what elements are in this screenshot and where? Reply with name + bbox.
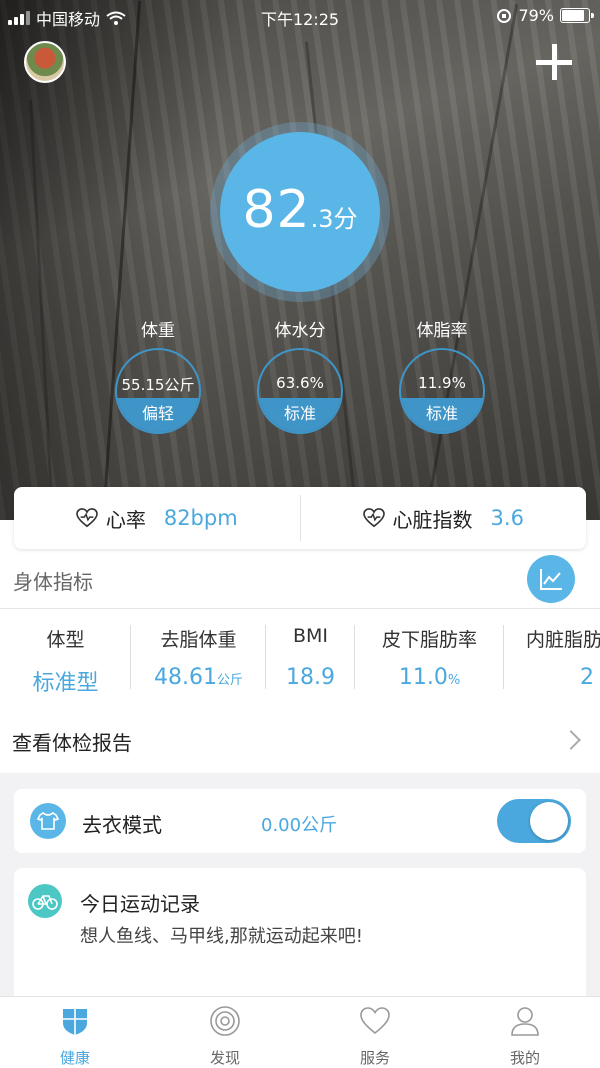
undress-mode-card: 去衣模式 0.00公斤 — [14, 789, 586, 853]
indicator-value: 2 — [504, 665, 600, 690]
report-label: 查看体检报告 — [12, 731, 132, 755]
indicator-body-type[interactable]: 体型 标准型 — [0, 609, 131, 705]
view-report-row[interactable]: 查看体检报告 — [0, 705, 600, 773]
target-icon — [210, 1006, 240, 1036]
add-icon[interactable] — [536, 44, 572, 80]
indicator-number: 18.9 — [286, 665, 335, 690]
person-icon — [511, 1007, 539, 1036]
tab-label: 健康 — [59, 1049, 90, 1067]
metric-value: 63.6% — [276, 374, 324, 392]
heart-rate-value: 82bpm — [163, 506, 238, 530]
metric-value: 11.9% — [418, 374, 466, 392]
indicator-value: 48.61公斤 — [131, 665, 266, 690]
metric-status: 标准 — [283, 404, 316, 423]
indicator-bmi[interactable]: BMI 18.9 — [266, 609, 355, 705]
indicator-title: 体型 — [46, 629, 85, 651]
health-score[interactable]: 82.3分 — [220, 132, 380, 292]
battery-percent: 79% — [518, 6, 554, 25]
metric-status: 标准 — [425, 404, 458, 423]
score-unit: 分 — [333, 205, 358, 233]
undress-mode-value: 0.00公斤 — [261, 815, 338, 836]
indicator-unit: % — [447, 673, 461, 688]
indicator-unit: 公斤 — [216, 673, 243, 688]
metric-label: 体重 — [141, 321, 175, 341]
section-title: 身体指标 — [13, 570, 93, 594]
indicator-title: BMI — [292, 625, 329, 647]
tab-discover[interactable]: 发现 — [150, 997, 300, 1068]
bicycle-icon — [28, 884, 62, 918]
indicator-title: 皮下脂肪率 — [381, 629, 477, 651]
indicator-subcutaneous-fat[interactable]: 皮下脂肪率 11.0% — [355, 609, 504, 705]
tab-label: 服务 — [359, 1049, 390, 1067]
indicator-row: 体型 标准型 去脂体重 48.61公斤 BMI 18.9 皮下脂肪率 11.0%… — [0, 608, 600, 706]
heart-index-label: 心脏指数 — [392, 507, 473, 532]
indicator-value: 标准型 — [0, 665, 131, 697]
indicator-visceral-fat[interactable]: 内脏脂肪 2 — [504, 609, 600, 705]
metric-body-water[interactable]: 体水分 63.6% 标准 — [255, 316, 345, 434]
heart-card: 心率 82bpm 心脏指数 3.6 — [14, 487, 586, 549]
metric-label: 体脂率 — [416, 321, 468, 341]
rock-texture — [424, 3, 519, 517]
status-right: 79% — [496, 6, 594, 25]
score-decimal: .3 — [310, 205, 334, 233]
heartbeat-icon — [76, 508, 98, 528]
rotation-lock-icon — [497, 8, 512, 23]
heart-index-value: 3.6 — [490, 506, 524, 530]
tab-profile[interactable]: 我的 — [450, 997, 600, 1068]
battery-icon — [560, 8, 594, 23]
indicator-number: 2 — [580, 665, 594, 690]
indicator-number: 11.0 — [398, 665, 448, 690]
indicator-lean-mass[interactable]: 去脂体重 48.61公斤 — [131, 609, 266, 705]
metric-body-fat[interactable]: 体脂率 11.9% 标准 — [397, 316, 487, 434]
heart-rate-item[interactable]: 心率 82bpm — [14, 487, 300, 549]
toggle-knob — [530, 802, 568, 840]
indicator-value: 11.0% — [355, 665, 504, 690]
shirt-icon — [30, 803, 66, 839]
metric-status: 偏轻 — [141, 404, 174, 423]
tab-bar: 健康 发现 服务 我的 — [0, 996, 600, 1068]
heart-outline-icon — [360, 1007, 390, 1035]
tab-label: 我的 — [509, 1049, 540, 1067]
metric-gauge: 55.15公斤 偏轻 — [115, 348, 201, 434]
indicator-number: 48.61 — [154, 665, 217, 690]
indicator-value: 18.9 — [266, 665, 355, 690]
heart-index-item[interactable]: 心脏指数 3.6 — [301, 487, 587, 549]
exercise-subtitle: 想人鱼线、马甲线,那就运动起来吧! — [80, 926, 363, 947]
indicator-number: 标准型 — [32, 671, 99, 696]
exercise-card[interactable]: 今日运动记录 想人鱼线、马甲线,那就运动起来吧! — [14, 868, 586, 1008]
chart-icon — [540, 569, 562, 590]
undress-mode-label: 去衣模式 — [82, 813, 162, 837]
indicator-title: 内脏脂肪 — [526, 629, 600, 651]
tab-label: 发现 — [209, 1049, 240, 1067]
shield-icon — [63, 1009, 87, 1035]
metric-gauge: 63.6% 标准 — [257, 348, 343, 434]
exercise-title: 今日运动记录 — [80, 892, 200, 916]
trend-chart-button[interactable] — [527, 555, 575, 603]
heart-rate-label: 心率 — [105, 507, 146, 532]
metric-value: 55.15公斤 — [121, 376, 195, 394]
status-bar: 中国移动 下午12:25 79% — [0, 0, 600, 32]
indicator-title: 去脂体重 — [160, 629, 237, 651]
battery-level — [562, 10, 585, 21]
metric-gauge: 11.9% 标准 — [399, 348, 485, 434]
metric-weight[interactable]: 体重 55.15公斤 偏轻 — [113, 316, 203, 434]
score-main: 82 — [242, 180, 311, 240]
rock-texture — [101, 0, 142, 520]
undress-mode-toggle[interactable] — [497, 799, 571, 843]
chevron-right-icon — [561, 730, 581, 750]
heartbeat-icon — [362, 508, 385, 528]
avatar[interactable] — [24, 41, 66, 83]
metric-label: 体水分 — [274, 321, 326, 341]
tab-services[interactable]: 服务 — [300, 997, 450, 1068]
rock-texture — [29, 100, 54, 520]
tab-health[interactable]: 健康 — [0, 997, 150, 1068]
score-value: 82.3分 — [220, 180, 380, 240]
